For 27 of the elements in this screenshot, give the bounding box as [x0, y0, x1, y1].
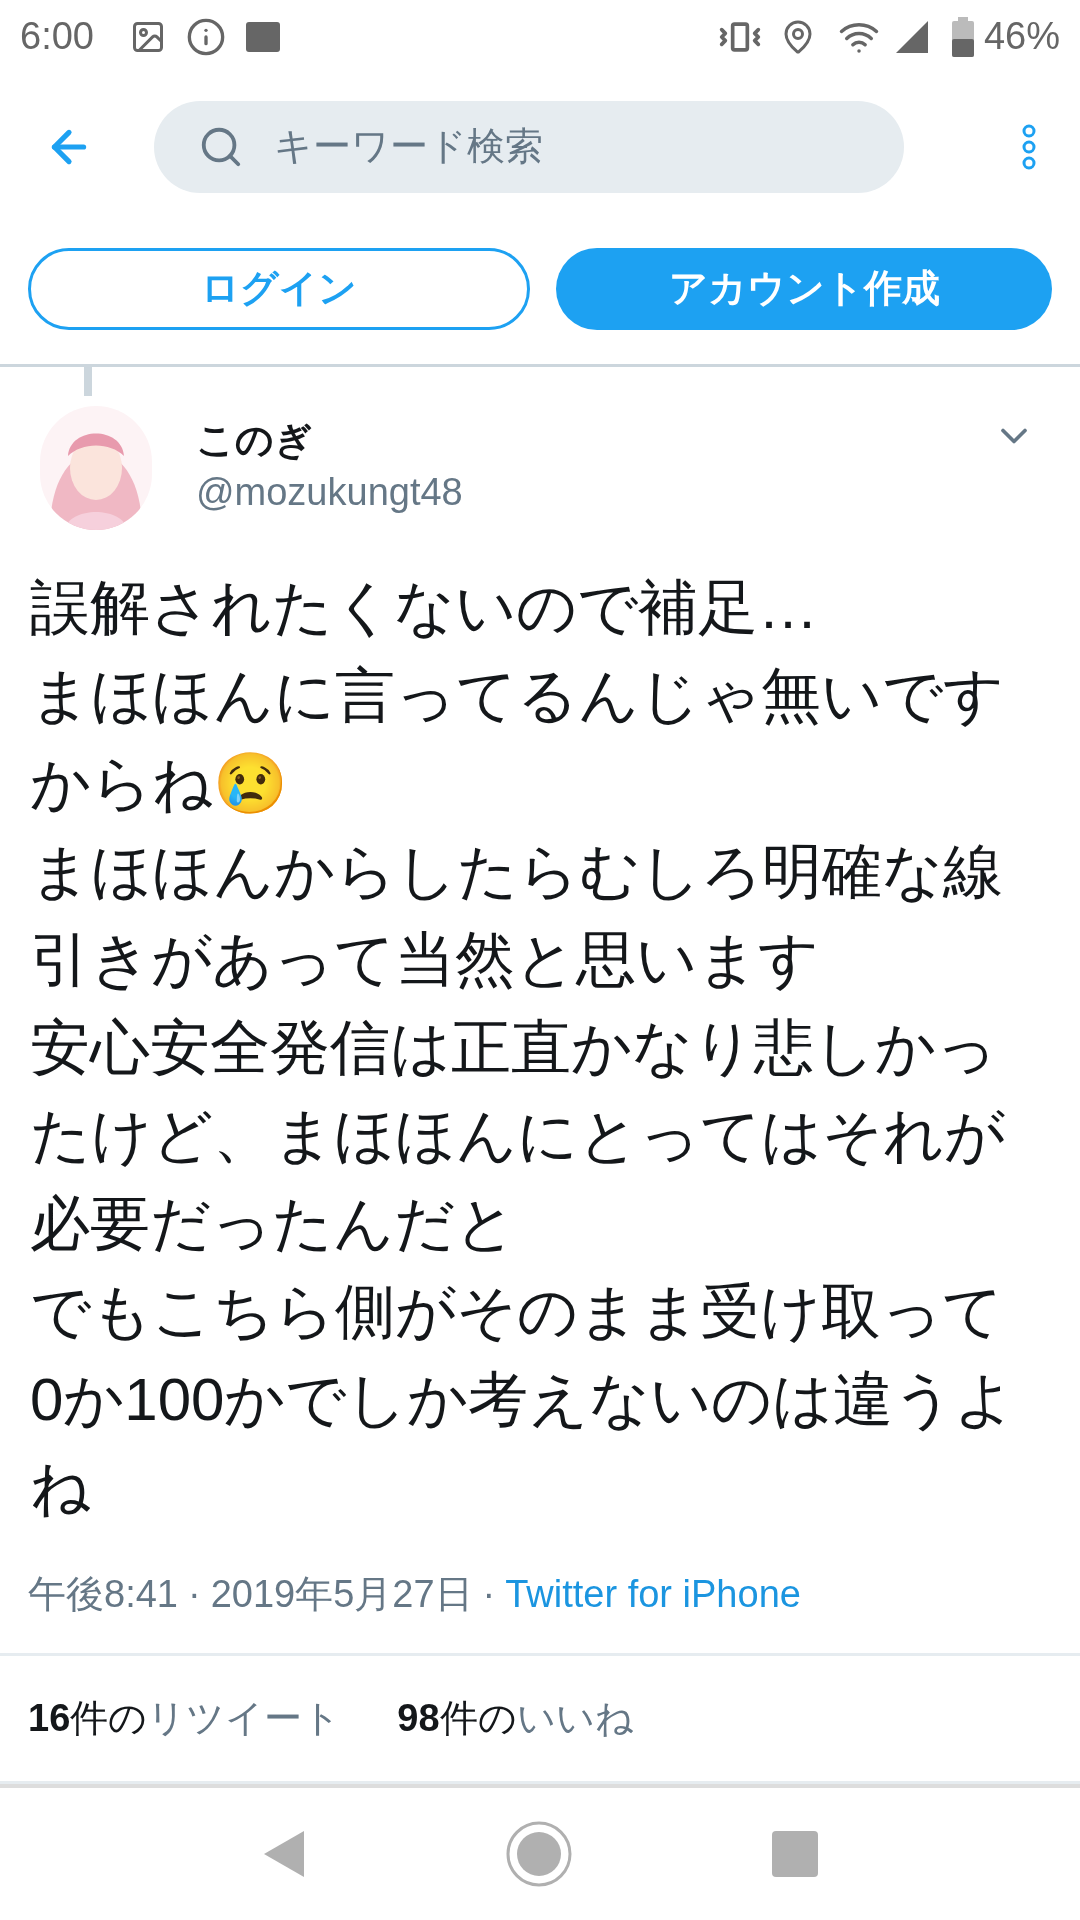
- search-input[interactable]: キーワード検索: [274, 118, 834, 176]
- back-nav-icon[interactable]: [262, 1828, 306, 1879]
- separator-dot: ·: [187, 1571, 201, 1617]
- separator-dot: ·: [482, 1571, 496, 1617]
- user-name: このぎ: [196, 417, 314, 463]
- recents-nav-icon[interactable]: [772, 1830, 818, 1877]
- stat-count[interactable]: 98件のいいね: [397, 1689, 634, 1747]
- stat-count[interactable]: 16件の リツイート: [28, 1689, 342, 1747]
- tweet-text: まほほんからしたらむしろ明確な線引きがあって当然と思います: [30, 836, 1004, 995]
- tweet-text: 安心安全発信は正直かなり悲しかったけど、まほほんにとってはそれが必要だったんだと: [30, 1012, 1006, 1259]
- info-icon: [185, 16, 226, 57]
- login-button[interactable]: ログイン: [28, 247, 530, 330]
- home-nav-icon[interactable]: [506, 1820, 572, 1887]
- status-time: 6:00: [20, 14, 94, 60]
- search-field[interactable]: キーワード検索: [154, 100, 904, 193]
- more-button[interactable]: [1022, 123, 1036, 170]
- source-link[interactable]: Twitter for iPhone: [505, 1565, 801, 1623]
- battery-percent: 46%: [983, 14, 1060, 60]
- tweet-text: でもこちら側がそのまま受け取って0か100かでしか考えないのは違うよね: [30, 1276, 1017, 1523]
- more-icon: [1022, 123, 1036, 170]
- battery-icon: [951, 16, 974, 57]
- user-handle: @mozukungt48: [196, 469, 463, 515]
- tweet-text: まほほんに言ってるんじゃ無いですからね😢: [30, 660, 1005, 819]
- tweet-date: 2019年5月27日: [210, 1571, 473, 1617]
- create-account-button[interactable]: アカウント作成: [556, 247, 1052, 330]
- tweet-time: 午後8:41: [28, 1571, 178, 1617]
- tweet-text: 誤解されたくないので補足…: [30, 572, 819, 643]
